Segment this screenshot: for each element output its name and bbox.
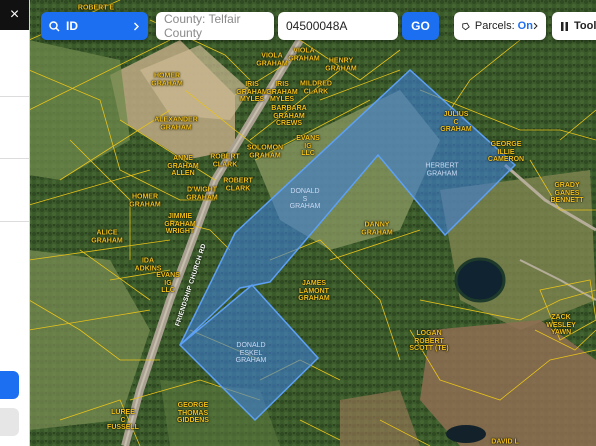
owner-label: ANNE GRAHAM ALLEN (167, 154, 199, 177)
owner-label: GEORGE ILLIE CAMERON (487, 140, 525, 163)
satellite-map[interactable] (0, 0, 596, 446)
owner-label: DONALD ESKEL GRAHAM (235, 341, 267, 364)
owner-label: BARBARA GRAHAM CREWS (271, 104, 307, 127)
panel-primary-button[interactable] (0, 371, 19, 399)
owner-label: ALEXANDER GRAHAM (154, 116, 198, 132)
chevron-right-icon (533, 22, 538, 30)
owner-label: DONALD S GRAHAM (289, 187, 321, 210)
owner-label: DAVID L (491, 438, 519, 446)
close-panel-button[interactable]: × (0, 0, 29, 30)
owner-label: IRIS GRAHAM MYLES (266, 80, 298, 103)
tools-label: Tools (574, 20, 596, 32)
tools-icon (561, 21, 568, 31)
owner-label: GRADY GANES BENNETT (550, 181, 584, 204)
owner-label: ZACK WESLEY YAWN (546, 313, 576, 336)
owner-label: HENRY GRAHAM (325, 57, 357, 73)
panel-divider (0, 221, 29, 222)
owner-label: LUREE C FUSSELL (107, 408, 139, 431)
parcels-toggle[interactable]: Parcels: On (454, 12, 546, 40)
panel-secondary-button[interactable] (0, 408, 19, 436)
search-mode-button[interactable]: ID (41, 12, 148, 40)
owner-label: EVANS IG LLC (156, 271, 180, 294)
owner-label: HERBERT GRAHAM (425, 162, 459, 178)
side-panel: × (0, 0, 30, 446)
parcels-state: On (517, 20, 533, 32)
owner-label: HOMER GRAHAM (151, 72, 183, 88)
owner-label: HOMER GRAHAM (129, 193, 161, 209)
owner-label: JAMES LAMONT GRAHAM (298, 279, 330, 302)
owner-label: IDA ADKINS (134, 257, 162, 273)
owner-label: JIMMIE GRAHAM WRIGHT (164, 212, 196, 235)
owner-label: VIOLA GRAHAM (288, 47, 320, 63)
parcels-label: Parcels: (474, 20, 515, 32)
parcel-id-input[interactable]: 04500048A (278, 12, 398, 40)
owner-label: ROBERT E (77, 4, 115, 12)
owner-label: D'WIGHT GRAHAM (186, 186, 218, 202)
owner-label: ROBERT CLARK (223, 177, 253, 193)
go-button[interactable]: GO (402, 12, 439, 40)
owner-label: EVANS IG LLC (296, 134, 320, 157)
owner-label: DANNY GRAHAM (361, 221, 393, 237)
owner-label: VIOLA GRAHAM (256, 52, 288, 68)
parcels-icon (462, 22, 470, 30)
search-mode-label: ID (66, 19, 78, 33)
panel-divider (0, 96, 29, 97)
panel-divider (0, 158, 29, 159)
owner-label: IRIS GRAHAM MYLES (236, 80, 268, 103)
owner-label: LOGAN ROBERT SCOTT (TE) (409, 329, 449, 352)
close-icon: × (9, 6, 20, 23)
owner-label: MILDRED CLARK (300, 80, 332, 96)
owner-label: JULIUS C GRAHAM (440, 110, 472, 133)
search-icon (49, 20, 60, 32)
county-input[interactable]: County: Telfair County (156, 12, 274, 40)
chevron-right-icon (134, 22, 139, 30)
tools-button[interactable]: Tools (552, 12, 596, 40)
owner-label: SOLOMON GRAHAM (246, 144, 284, 160)
owner-label: GEORGE THOMAS GIDDENS (177, 401, 209, 424)
owner-label: ROBERT CLARK (210, 153, 240, 169)
owner-label: ALICE GRAHAM (91, 229, 123, 245)
